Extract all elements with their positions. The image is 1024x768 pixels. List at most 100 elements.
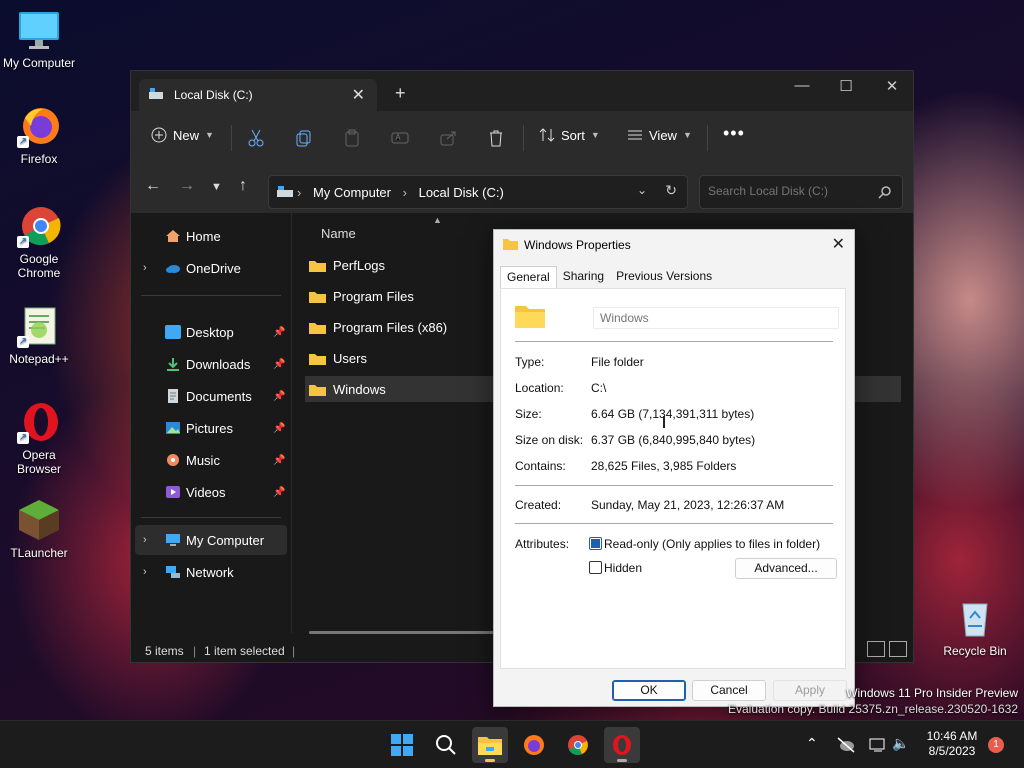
search-box[interactable]	[699, 175, 903, 209]
sort-button[interactable]: Sort ▼	[539, 127, 600, 143]
chevron-right-icon[interactable]: ›	[143, 534, 147, 546]
download-icon	[167, 358, 179, 371]
folder-icon	[309, 291, 326, 303]
sidebar-item-documents[interactable]: Documents 📌	[131, 381, 287, 411]
contains-value: 28,625 Files, 3,985 Folders	[591, 459, 737, 473]
readonly-checkbox[interactable]	[589, 537, 602, 550]
toolbar-divider	[707, 125, 708, 151]
tab-general[interactable]: General	[500, 266, 557, 288]
maximize-button[interactable]: ☐	[823, 77, 869, 95]
search-icon[interactable]	[878, 185, 892, 199]
status-separator: |	[193, 644, 197, 658]
chrome-taskbar-button[interactable]	[560, 727, 596, 763]
ok-button[interactable]: OK	[612, 680, 686, 701]
close-icon[interactable]: ✕	[832, 234, 845, 254]
command-bar: New ▼ Sort ▼ View ▼ •••	[131, 111, 913, 165]
tiles-view-icon[interactable]	[889, 641, 907, 657]
tab-sharing[interactable]: Sharing	[557, 266, 610, 288]
close-window-button[interactable]: ✕	[869, 77, 915, 95]
file-explorer-taskbar-button[interactable]	[472, 727, 508, 763]
pin-icon[interactable]: 📌	[273, 359, 285, 370]
chevron-right-icon[interactable]: ›	[143, 262, 147, 274]
delete-icon[interactable]	[486, 128, 506, 148]
chevron-down-icon: ▼	[205, 130, 214, 140]
opera-taskbar-button[interactable]	[604, 727, 640, 763]
address-dropdown-icon[interactable]: ⌄	[637, 183, 647, 197]
pin-icon[interactable]: 📌	[273, 487, 285, 498]
network-icon[interactable]	[868, 737, 888, 753]
new-tab-button[interactable]: +	[395, 83, 406, 104]
onedrive-offline-icon[interactable]	[836, 737, 856, 753]
address-bar[interactable]: › My Computer › Local Disk (C:) ⌄ ↻	[268, 175, 688, 209]
sidebar-item-music[interactable]: Music 📌	[131, 445, 287, 475]
new-button[interactable]: New ▼	[151, 127, 214, 143]
new-button-label: New	[173, 127, 200, 143]
desktop-icon-firefox[interactable]: ↗ Firefox	[0, 104, 78, 166]
back-arrow-icon[interactable]: ←	[145, 177, 161, 195]
copy-icon[interactable]	[294, 128, 314, 148]
folder-name-field[interactable]	[593, 307, 839, 329]
desktop-icon-opera[interactable]: ↗ Opera Browser	[0, 400, 78, 476]
video-icon	[166, 486, 180, 498]
desktop-icon-my-computer[interactable]: My Computer	[0, 8, 78, 70]
desktop-icon-chrome[interactable]: ↗ Google Chrome	[0, 204, 78, 280]
refresh-icon[interactable]: ↻	[665, 182, 677, 199]
column-header-name[interactable]: Name	[321, 226, 356, 241]
search-input[interactable]	[708, 184, 868, 198]
share-icon[interactable]	[438, 128, 458, 148]
readonly-label[interactable]: Read-only (Only applies to files in fold…	[604, 537, 820, 551]
chevron-down-icon: ▼	[590, 130, 600, 140]
view-button[interactable]: View ▼	[627, 127, 692, 143]
rename-icon[interactable]	[390, 128, 410, 148]
pane-splitter[interactable]	[291, 213, 292, 633]
more-options-icon[interactable]: •••	[723, 123, 745, 144]
desktop-icon-tlauncher[interactable]: TLauncher	[0, 498, 78, 560]
sidebar-item-my-computer[interactable]: › My Computer	[135, 525, 287, 555]
pin-icon[interactable]: 📌	[273, 391, 285, 402]
sidebar-item-desktop[interactable]: Desktop 📌	[131, 317, 287, 347]
dialog-title: Windows Properties	[524, 238, 631, 252]
tab-previous-versions[interactable]: Previous Versions	[610, 266, 718, 288]
volume-icon[interactable]: 🔈	[892, 735, 909, 752]
computer-location-icon	[277, 186, 293, 197]
clock-time: 10:46 AM	[926, 729, 978, 743]
firefox-taskbar-button[interactable]	[516, 727, 552, 763]
sidebar-item-onedrive[interactable]: › OneDrive	[131, 253, 287, 283]
pin-icon[interactable]: 📌	[273, 423, 285, 434]
hidden-label[interactable]: Hidden	[604, 561, 642, 575]
up-arrow-icon[interactable]: ↑	[239, 177, 247, 195]
sidebar-item-home[interactable]: Home	[131, 221, 287, 251]
recycle-bin-icon	[953, 596, 997, 640]
sidebar-item-videos[interactable]: Videos 📌	[131, 477, 287, 507]
divider	[515, 341, 833, 342]
sidebar-item-network[interactable]: › Network	[131, 557, 287, 587]
cancel-button[interactable]: Cancel	[692, 680, 766, 701]
close-tab-icon[interactable]: ✕	[352, 85, 365, 105]
recent-chevron-icon[interactable]: ▼	[211, 181, 222, 193]
sidebar-item-pictures[interactable]: Pictures 📌	[131, 413, 287, 443]
hidden-checkbox[interactable]	[589, 561, 602, 574]
details-view-icon[interactable]	[867, 641, 885, 657]
breadcrumb-my-computer[interactable]: My Computer	[313, 185, 391, 200]
pin-icon[interactable]: 📌	[273, 455, 285, 466]
sort-icon	[539, 128, 555, 142]
minimize-button[interactable]: —	[779, 77, 825, 94]
start-button[interactable]	[384, 727, 420, 763]
cut-icon[interactable]	[246, 128, 266, 148]
sidebar-item-downloads[interactable]: Downloads 📌	[131, 349, 287, 379]
desktop-icon-notepadpp[interactable]: ↗ Notepad++	[0, 304, 78, 366]
show-hidden-icons-chevron-icon[interactable]: ⌃	[806, 735, 818, 752]
chevron-right-icon[interactable]: ›	[143, 566, 147, 578]
search-taskbar-button[interactable]	[428, 727, 464, 763]
forward-arrow-icon[interactable]: →	[179, 177, 195, 195]
tab-local-disk[interactable]: Local Disk (C:) ✕	[139, 79, 377, 111]
desktop-icon-recycle-bin[interactable]: Recycle Bin	[936, 596, 1014, 658]
breadcrumb-local-disk[interactable]: Local Disk (C:)	[419, 185, 504, 200]
advanced-button[interactable]: Advanced...	[735, 558, 837, 579]
apply-button[interactable]: Apply	[773, 680, 847, 701]
paste-icon[interactable]	[342, 128, 362, 148]
pin-icon[interactable]: 📌	[273, 327, 285, 338]
file-name: Program Files (x86)	[333, 319, 448, 335]
notification-badge[interactable]: 1	[988, 737, 1004, 753]
system-clock[interactable]: 10:46 AM 8/5/2023	[926, 729, 978, 759]
